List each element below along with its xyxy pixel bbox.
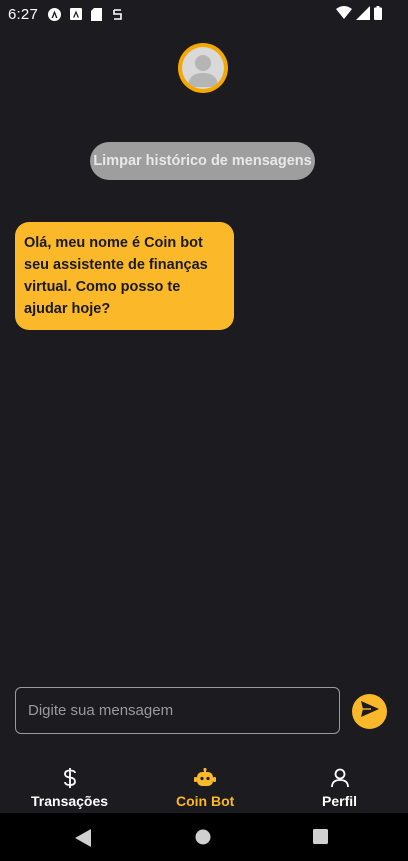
bot-avatar <box>178 43 228 93</box>
status-time: 6:27 <box>8 5 38 23</box>
bot-message-bubble: Olá, meu nome é Coin bot seu assistente … <box>15 222 234 330</box>
nav-item-perfil[interactable]: Perfil <box>322 766 357 809</box>
person-avatar-icon <box>182 47 224 89</box>
message-input[interactable]: Digite sua mensagem <box>15 687 340 734</box>
back-icon[interactable] <box>75 829 91 852</box>
nav-item-transacoes[interactable]: Transações <box>31 766 108 809</box>
dollar-icon <box>62 766 78 790</box>
robot-icon <box>194 766 217 790</box>
status-bar: 6:27 <box>0 0 408 28</box>
send-button[interactable] <box>352 694 387 729</box>
cell-signal-icon <box>356 6 370 24</box>
app-notification-icon <box>48 7 61 21</box>
status-system-icons <box>336 6 382 24</box>
status-notification-icons <box>48 7 124 21</box>
home-icon[interactable] <box>195 829 211 850</box>
person-icon <box>330 766 349 790</box>
recents-icon[interactable] <box>313 829 328 849</box>
system-navigation-bar <box>0 813 408 861</box>
nav-label-transacoes: Transações <box>31 793 109 809</box>
nav-item-coin-bot[interactable]: Coin Bot <box>176 766 234 809</box>
battery-icon <box>374 6 382 24</box>
clear-history-button[interactable]: Limpar histórico de mensagens <box>90 142 315 180</box>
send-icon <box>360 701 379 722</box>
bottom-navigation: Transações Coin Bot Perfil <box>0 760 408 813</box>
a11y-notification-icon <box>69 8 82 21</box>
nav-label-coin-bot: Coin Bot <box>176 793 235 809</box>
sync-icon <box>111 8 124 21</box>
nav-label-perfil: Perfil <box>322 793 358 809</box>
sd-card-icon <box>90 7 103 21</box>
wifi-icon <box>336 6 352 24</box>
